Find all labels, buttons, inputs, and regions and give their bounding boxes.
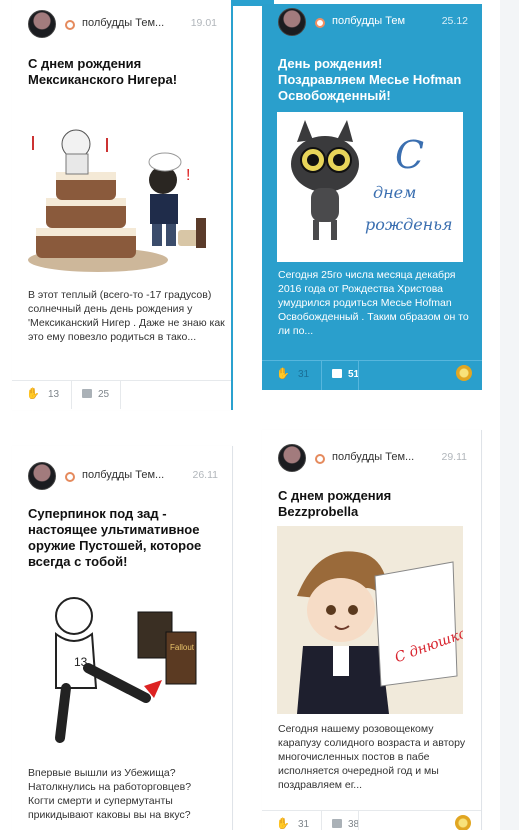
user-icon (65, 20, 75, 30)
author-name[interactable]: полбудды Тем... (82, 469, 164, 481)
divider (358, 811, 359, 830)
post-card-featured[interactable]: полбудды Тем 25.12 День рождения! Поздра… (262, 4, 482, 390)
medal-icon (455, 815, 471, 830)
hand-icon[interactable]: ✋ (276, 367, 290, 380)
post-image[interactable]: ! (28, 110, 212, 278)
post-image[interactable]: 13 Fallout (26, 578, 212, 754)
post-image[interactable]: С днем рожденья (277, 112, 463, 262)
post-date: 26.11 (192, 469, 219, 481)
fallout-illustration: 13 Fallout (26, 578, 212, 754)
user-icon (65, 472, 75, 482)
author-name[interactable]: полбудды Тем... (82, 17, 164, 29)
page: полбудды Тем... 19.01 С днем рождения Ме… (0, 0, 519, 830)
card-footer: ✋ 31 51 (262, 360, 482, 390)
like-count: 31 (298, 819, 310, 830)
post-excerpt: Сегодня нашему розовощекому карапузу сол… (278, 723, 466, 791)
comment-icon[interactable] (332, 369, 342, 378)
post-excerpt: Сегодня 25го числа месяца декабря 2016 г… (278, 269, 469, 337)
hand-icon[interactable]: ✋ (26, 387, 40, 400)
divider (321, 361, 322, 390)
avatar[interactable] (278, 444, 306, 472)
post-image[interactable]: С днюшкой! (277, 526, 463, 714)
page-edge (500, 0, 519, 830)
svg-text:13: 13 (74, 655, 88, 669)
comment-icon[interactable] (82, 389, 92, 398)
svg-text:днем: днем (373, 183, 416, 202)
anime-card-illustration: С днюшкой! (277, 526, 463, 714)
like-count: 31 (298, 369, 310, 380)
divider (321, 811, 322, 830)
user-icon (315, 454, 325, 464)
game-box-label: Fallout (170, 643, 195, 652)
post-title[interactable]: С днем рождения Мексиканского Нигера! (28, 56, 198, 88)
author-name[interactable]: полбудды Тем (332, 15, 405, 27)
divider (120, 381, 121, 409)
post-date: 29.11 (441, 451, 468, 463)
card-footer: ✋ 13 25 (12, 380, 231, 409)
like-count: 13 (48, 389, 60, 400)
svg-text:!: ! (186, 167, 190, 184)
post-card[interactable]: полбудды Тем... 26.11 Суперпинок под зад… (12, 446, 233, 830)
card-header: полбудды Тем 25.12 (262, 4, 482, 44)
post-card[interactable]: полбудды Тем... 19.01 С днем рождения Ме… (12, 0, 233, 410)
post-date: 19.01 (190, 17, 217, 29)
comment-icon[interactable] (332, 819, 342, 828)
hand-icon[interactable]: ✋ (276, 817, 290, 830)
cake-illustration: ! (28, 110, 212, 278)
cat-card-illustration: С днем рожденья (277, 112, 463, 262)
post-excerpt: Впервые вышли из Убежища? Натолкнулись н… (28, 767, 192, 821)
post-title[interactable]: Суперпинок под зад - настоящее ультимати… (28, 506, 224, 570)
post-excerpt: В этот теплый (всего-то -17 градусов) со… (28, 289, 225, 343)
user-icon (315, 18, 325, 28)
author-name[interactable]: полбудды Тем... (332, 451, 414, 463)
card-header: полбудды Тем... 19.01 (12, 6, 231, 46)
post-title[interactable]: С днем рождения Bezzprobella (278, 488, 428, 520)
avatar[interactable] (28, 462, 56, 490)
card-footer: ✋ 31 38 (262, 810, 481, 830)
avatar[interactable] (28, 10, 56, 38)
comment-count: 25 (98, 389, 110, 400)
svg-text:С: С (395, 133, 424, 177)
medal-icon (456, 365, 472, 381)
post-title[interactable]: День рождения! Поздравляем Месье Hofman … (278, 56, 468, 104)
card-header: полбудды Тем... 29.11 (262, 440, 481, 480)
post-card[interactable]: полбудды Тем... 29.11 С днем рождения Be… (262, 430, 482, 830)
card-header: полбудды Тем... 26.11 (12, 458, 232, 498)
avatar[interactable] (278, 8, 306, 36)
divider (71, 381, 72, 409)
svg-text:рожденья: рожденья (365, 215, 453, 234)
post-date: 25.12 (441, 15, 468, 27)
divider (358, 361, 359, 390)
